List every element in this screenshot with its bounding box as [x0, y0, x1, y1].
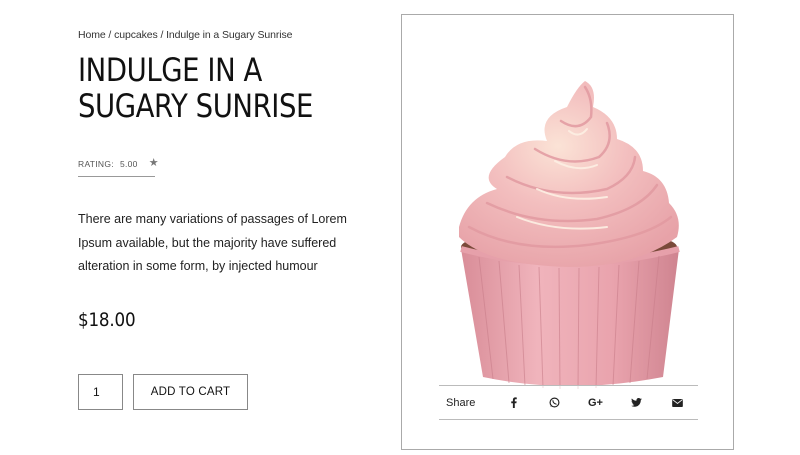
quantity-input[interactable]: 1 [78, 374, 123, 410]
email-icon[interactable] [657, 398, 698, 407]
facebook-icon[interactable] [493, 397, 534, 408]
breadcrumb-separator: / [105, 29, 115, 41]
product-price: $18.00 [78, 309, 136, 331]
rating-value: 5.00 [119, 158, 138, 169]
breadcrumb-home-link[interactable]: Home [78, 29, 106, 41]
product-description: There are many variations of passages of… [78, 212, 347, 273]
share-bar: Share G+ [439, 385, 698, 420]
breadcrumb-current: Indulge in a Sugary Sunrise [166, 29, 293, 41]
product-image-card: Share G+ [401, 14, 734, 450]
breadcrumb-category-link[interactable]: cupcakes [114, 29, 158, 41]
breadcrumb-separator: / [157, 29, 167, 41]
product-title: INDULGE IN A SUGARY SUNRISE [78, 52, 336, 124]
product-rating: RATING: 5.00 ★ [78, 158, 159, 177]
rating-label: RATING: [78, 158, 114, 169]
breadcrumb: Home / cupcakes / Indulge in a Sugary Su… [78, 29, 292, 41]
twitter-icon[interactable] [616, 398, 657, 407]
share-icons: G+ [493, 397, 698, 409]
cupcake-image [459, 81, 680, 390]
google-plus-icon[interactable]: G+ [575, 397, 616, 409]
share-label: Share [446, 396, 476, 409]
product-title-line: SUGARY SUNRISE [78, 87, 313, 125]
add-to-cart-button[interactable]: ADD TO CART [133, 374, 248, 410]
product-title-line: INDULGE IN A [78, 51, 262, 89]
star-icon: ★ [148, 157, 159, 169]
whatsapp-icon[interactable] [534, 397, 575, 408]
